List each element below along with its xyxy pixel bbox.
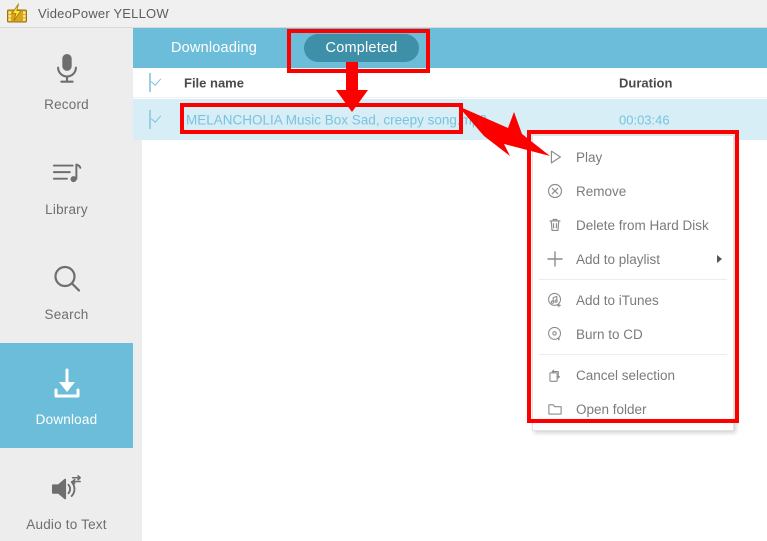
cancel-selection-icon	[542, 362, 568, 388]
trash-icon	[542, 212, 568, 238]
menu-item-label: Add to playlist	[576, 251, 661, 267]
tab-completed[interactable]: Completed	[304, 34, 419, 62]
menu-item-delete-from-hard-disk[interactable]: Delete from Hard Disk	[533, 208, 733, 242]
plus-icon	[542, 246, 568, 272]
microphone-icon	[47, 49, 87, 89]
menu-item-add-to-itunes[interactable]: Add to iTunes	[533, 283, 733, 317]
chevron-right-icon	[717, 255, 722, 263]
sidebar-item-label: Download	[35, 412, 98, 427]
sidebar-item-library[interactable]: Library	[0, 133, 133, 238]
cell-file-name[interactable]: MELANCHOLIA Music Box Sad, creepy song.m…	[186, 112, 487, 127]
table-header-row: File name Duration	[133, 68, 767, 98]
row-checkbox[interactable]	[149, 109, 151, 129]
cell-duration: 00:03:46	[619, 112, 670, 127]
title-bar: VideoPower YELLOW	[0, 0, 767, 28]
menu-separator	[539, 279, 727, 280]
menu-item-label: Delete from Hard Disk	[576, 217, 709, 233]
window-title: VideoPower YELLOW	[38, 6, 169, 21]
menu-item-play[interactable]: Play	[533, 140, 733, 174]
content-gutter	[133, 140, 142, 541]
sidebar-item-record[interactable]: Record	[0, 28, 133, 133]
context-menu: Play Remove Delete from Hard Disk Add to…	[532, 135, 734, 431]
menu-item-label: Cancel selection	[576, 367, 676, 383]
sidebar-item-label: Record	[44, 97, 89, 112]
select-all-checkbox[interactable]	[149, 72, 151, 92]
column-header-duration: Duration	[619, 75, 673, 90]
menu-separator	[539, 354, 727, 355]
menu-item-burn-to-cd[interactable]: Burn to CD	[533, 317, 733, 351]
menu-item-label: Play	[576, 149, 603, 165]
menu-item-label: Remove	[576, 183, 627, 199]
tab-downloading[interactable]: Downloading	[171, 28, 257, 68]
sidebar-item-download[interactable]: Download	[0, 343, 133, 448]
sidebar-item-label: Search	[44, 307, 89, 322]
music-list-icon	[47, 154, 87, 194]
menu-item-add-to-playlist[interactable]: Add to playlist	[533, 242, 733, 276]
tab-bar: Downloading Completed	[133, 28, 767, 68]
music-note-add-icon	[542, 287, 568, 313]
sidebar-item-search[interactable]: Search	[0, 238, 133, 343]
circle-x-icon	[542, 178, 568, 204]
videopower-film-lightning-icon	[6, 2, 28, 25]
download-arrow-icon	[47, 364, 87, 404]
sidebar: Record Library Search Download Audio to …	[0, 28, 133, 541]
magnifier-icon	[47, 259, 87, 299]
speaker-convert-icon	[47, 469, 87, 509]
menu-item-open-folder[interactable]: Open folder	[533, 392, 733, 426]
menu-item-label: Add to iTunes	[576, 292, 659, 308]
menu-item-remove[interactable]: Remove	[533, 174, 733, 208]
folder-icon	[542, 396, 568, 422]
menu-item-label: Burn to CD	[576, 326, 643, 342]
sidebar-item-label: Library	[45, 202, 88, 217]
menu-item-label: Open folder	[576, 401, 647, 417]
play-triangle-icon	[542, 144, 568, 170]
table-row[interactable]: MELANCHOLIA Music Box Sad, creepy song.m…	[133, 99, 767, 140]
checkbox-checked-icon	[149, 109, 151, 129]
sidebar-item-audio-to-text[interactable]: Audio to Text	[0, 448, 133, 541]
column-header-file-name: File name	[184, 75, 244, 90]
menu-item-cancel-selection[interactable]: Cancel selection	[533, 358, 733, 392]
sidebar-item-label: Audio to Text	[26, 517, 107, 532]
checkbox-checked-icon	[149, 72, 151, 92]
cd-burn-icon	[542, 321, 568, 347]
application-window: VideoPower YELLOW Record Library Search …	[0, 0, 767, 541]
